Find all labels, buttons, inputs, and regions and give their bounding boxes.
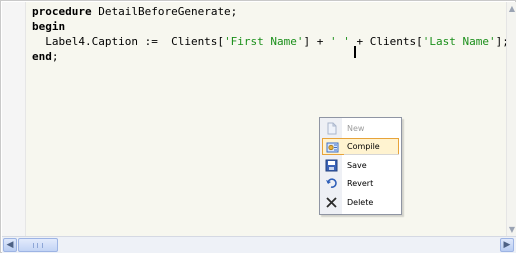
grip-icon: [33, 243, 43, 248]
undo-arrow-icon: [325, 177, 338, 190]
menu-item-label: Save: [347, 161, 367, 170]
menu-item-label: Revert: [347, 179, 374, 188]
menu-item-label: Delete: [347, 198, 374, 207]
keyword-begin: begin: [32, 20, 66, 33]
menu-item-compile[interactable]: Compile: [322, 138, 399, 155]
code-editor-window: procedure DetailBeforeGenerate; begin Lab…: [0, 0, 516, 253]
code-line-4: end;: [32, 49, 509, 64]
menu-item-label: New: [347, 124, 365, 133]
code-segment: ;: [51, 50, 59, 63]
string-literal-last-name: 'Last Name': [422, 35, 496, 48]
chevron-left-icon: ◀: [6, 240, 14, 250]
menu-item-save[interactable]: Save: [322, 157, 399, 174]
delete-x-icon: [325, 196, 338, 209]
horizontal-scrollbar[interactable]: ◀ ▶: [2, 236, 516, 253]
context-menu: New Compile Save Revert Delete: [319, 117, 402, 215]
string-literal-space: ' ': [330, 35, 350, 48]
code-segment: Label4.Caption := Clients[: [32, 35, 225, 48]
string-literal-first-name: 'First Name': [224, 35, 304, 48]
code-line-2: begin: [32, 19, 509, 34]
scroll-up-arrow-icon[interactable]: ▲: [508, 4, 516, 13]
procedure-name: DetailBeforeGenerate;: [91, 5, 238, 18]
text-caret: [354, 46, 356, 58]
code-text[interactable]: procedure DetailBeforeGenerate; begin Lab…: [32, 4, 509, 64]
horizontal-scroll-thumb[interactable]: [18, 238, 58, 252]
menu-item-delete[interactable]: Delete: [322, 194, 399, 211]
vertical-scrollbar[interactable]: ▲ ▼: [506, 2, 516, 236]
new-document-icon: [325, 122, 338, 135]
keyword-procedure: procedure: [32, 5, 92, 18]
menu-separator: [344, 154, 399, 155]
save-disk-icon: [325, 159, 338, 172]
chevron-right-icon: ▶: [503, 240, 511, 250]
compile-icon: [326, 141, 339, 154]
scroll-down-arrow-icon[interactable]: ▼: [508, 225, 516, 234]
menu-item-label: Compile: [347, 142, 380, 151]
editor-gutter: [2, 2, 26, 236]
keyword-end: end: [32, 50, 52, 63]
code-segment: ] +: [303, 35, 331, 48]
code-editor[interactable]: procedure DetailBeforeGenerate; begin Lab…: [26, 2, 509, 236]
code-segment: + Clients[: [349, 35, 423, 48]
menu-item-new[interactable]: New: [322, 120, 399, 137]
code-line-1: procedure DetailBeforeGenerate;: [32, 4, 509, 19]
code-line-3: Label4.Caption := Clients['First Name'] …: [32, 34, 509, 49]
scroll-right-button[interactable]: ▶: [500, 238, 514, 252]
scroll-left-button[interactable]: ◀: [3, 238, 17, 252]
menu-item-revert[interactable]: Revert: [322, 175, 399, 192]
